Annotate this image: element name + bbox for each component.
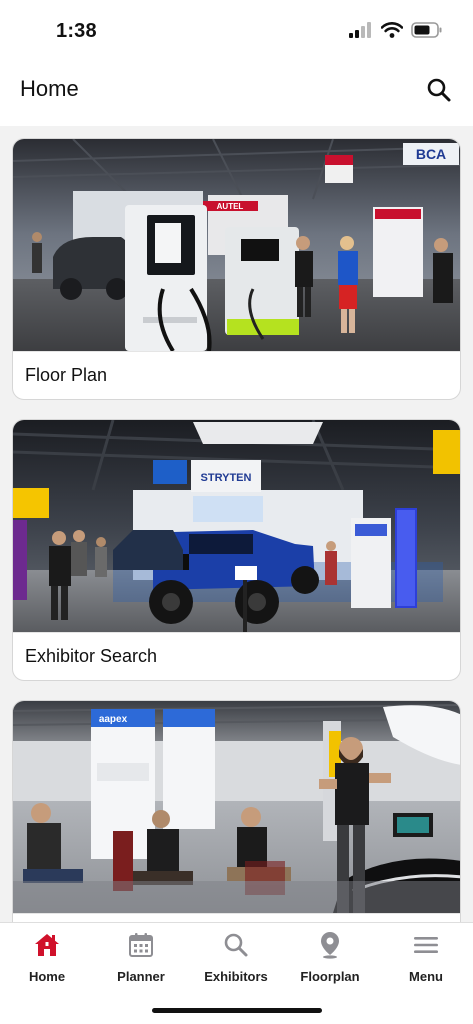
tab-menu-label: Menu [409,969,443,984]
status-icons [349,22,443,38]
status-time: 1:38 [56,20,97,42]
floor-plan-card[interactable]: BCA AUTEL Floor Plan [12,138,461,400]
map-pin-icon [316,931,344,959]
page-title: Home [20,76,79,101]
home-icon [33,931,61,959]
tab-home-label: Home [28,969,66,984]
header-search-button[interactable] [423,74,455,106]
hamburger-menu-icon [412,931,440,959]
tab-floorplan-label: Floorplan [300,969,360,984]
seminar-card-label [13,913,460,922]
tab-menu[interactable]: Menu [379,931,473,991]
aapex-logo-text: aapex [99,714,128,725]
battery-icon [411,22,443,38]
tab-exhibitors-label: Exhibitors [204,969,268,984]
tab-home[interactable]: Home [0,931,94,991]
tab-planner[interactable]: Planner [94,931,188,991]
search-icon [426,77,452,103]
cellular-signal-icon [349,22,373,38]
tab-planner-label: Planner [117,969,165,984]
tab-exhibitors[interactable]: Exhibitors [189,931,283,991]
stryten-sign-text: STRYTEN [201,472,252,484]
training-seminar-photo: aapex [13,701,460,913]
exhibitor-search-card-label: Exhibitor Search [13,632,460,680]
home-indicator[interactable] [152,1008,322,1013]
seminar-card[interactable]: aapex [12,700,461,922]
exhibitor-search-card[interactable]: STRYTEN Exhibitor Search [12,419,461,681]
floor-plan-card-label: Floor Plan [13,351,460,399]
wifi-icon [381,22,403,38]
app-header: Home [0,62,473,126]
tab-floorplan[interactable]: Floorplan [283,931,377,991]
bca-sign-text: BCA [416,146,446,162]
home-content-scroll[interactable]: BCA AUTEL Floor Plan STRYTEN Exhibitor S… [0,126,473,922]
blue-jeep-exhibit-photo: STRYTEN [13,420,460,632]
autel-sign-text: AUTEL [217,202,244,211]
trade-show-floor-photo: BCA AUTEL [13,139,460,351]
status-bar: 1:38 [0,0,473,62]
calendar-icon [127,931,155,959]
search-icon [222,931,250,959]
